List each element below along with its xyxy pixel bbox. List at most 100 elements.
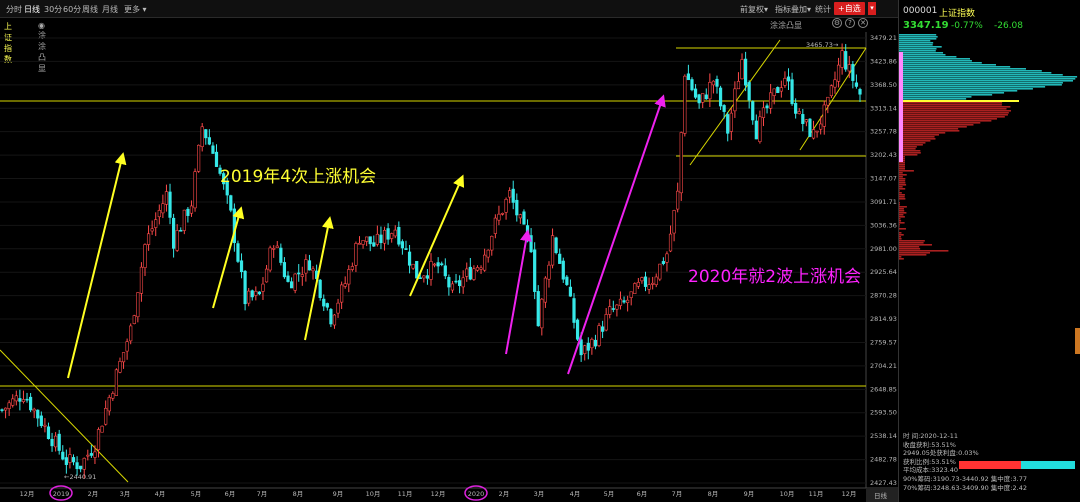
candle-body: [436, 262, 440, 267]
candle-body: [558, 253, 562, 264]
candle-body: [93, 451, 97, 458]
stock-name: 上证指数: [939, 9, 976, 19]
candle-body: [318, 279, 322, 298]
y-tick-label: 2704.21: [870, 362, 897, 370]
candle-body: [565, 276, 569, 285]
y-tick-label: 2870.28: [870, 292, 897, 300]
chip-bar: [899, 106, 1011, 108]
y-tick-label: 2482.78: [870, 456, 897, 464]
chip-bar: [899, 80, 1074, 82]
tab-60min[interactable]: 60分: [63, 4, 81, 15]
candle-body: [286, 275, 290, 282]
scroll-handle[interactable]: [1075, 328, 1080, 354]
close-icon[interactable]: ✕: [858, 18, 868, 28]
chip-bar: [899, 236, 902, 238]
candle-body: [393, 229, 397, 237]
tab-weekly[interactable]: 周线: [82, 4, 98, 15]
chip-bar: [899, 246, 920, 248]
candle-body: [740, 59, 744, 80]
chip-bar: [899, 194, 905, 196]
candle-body: [0, 409, 4, 411]
candle-body: [515, 199, 519, 216]
candle-body: [382, 230, 387, 244]
candle-body: [776, 87, 780, 94]
chip-bar: [899, 222, 905, 224]
candle-body: [404, 248, 408, 250]
candle-body: [268, 247, 272, 271]
candle-body: [336, 302, 340, 314]
candle-body: [211, 145, 215, 154]
candle-body: [189, 205, 194, 214]
candle-body: [50, 438, 54, 447]
candle-body: [801, 114, 805, 124]
chip-bar: [899, 136, 935, 138]
chip-bar: [899, 76, 1078, 78]
chip-bar: [899, 60, 972, 62]
chip-bar: [899, 122, 981, 124]
candle-body: [786, 76, 791, 82]
candle-body: [479, 267, 483, 270]
x-tick-label: 7月: [257, 490, 268, 498]
chip-bar: [899, 242, 924, 244]
tab-30min[interactable]: 30分: [44, 4, 62, 15]
chip-bar: [899, 180, 906, 182]
candle-body: [329, 309, 333, 325]
y-tick-label: 3147.07: [870, 175, 897, 183]
candle-body: [96, 429, 101, 450]
overlay-dropdown[interactable]: 指标叠加▾: [775, 4, 811, 15]
candle-body: [250, 290, 254, 298]
candle-body: [504, 198, 508, 213]
candle-body: [579, 339, 583, 356]
candle-body: [490, 235, 494, 251]
candle-body: [111, 393, 115, 399]
x-tick-label: 2月: [88, 490, 99, 498]
help-icon[interactable]: ?: [845, 18, 855, 28]
tab-more[interactable]: 更多 ▾: [124, 4, 147, 15]
candle-body: [533, 249, 537, 292]
candle-body: [368, 236, 372, 245]
downtrend-line[interactable]: [0, 349, 129, 483]
statistics-button[interactable]: 统计: [815, 4, 831, 15]
candle-body: [486, 249, 490, 258]
chip-bar: [899, 54, 946, 56]
tab-timeshare[interactable]: 分时: [6, 4, 22, 15]
chip-bar: [899, 174, 907, 176]
candle-body: [536, 291, 540, 327]
tab-monthly[interactable]: 月线: [102, 4, 118, 15]
candle-body: [804, 119, 808, 123]
rally-arrow-2: [212, 206, 245, 309]
x-tick-label: 8月: [708, 490, 719, 498]
candle-body: [121, 352, 126, 363]
candle-body: [819, 123, 823, 130]
candle-body: [172, 217, 176, 249]
candle-body: [407, 251, 412, 266]
candle-body: [743, 58, 748, 86]
settings-icon[interactable]: ⚙: [832, 18, 842, 28]
chip-bar: [899, 82, 1063, 84]
candle-body: [11, 398, 15, 406]
candle-body: [132, 315, 136, 324]
candle-body: [454, 280, 458, 283]
loss-bar: [1021, 461, 1075, 469]
chip-bar: [899, 56, 957, 58]
add-watch-button[interactable]: +自选: [834, 2, 865, 15]
candle-body: [214, 151, 219, 167]
dropdown-arrow-button[interactable]: ▾: [868, 2, 876, 15]
y-axis-ticks: 3479.21 3423.86 3368.50 3313.14 3257.78 3202.…: [0, 34, 897, 487]
chip-bar: [899, 34, 937, 36]
chip-bar: [899, 134, 939, 136]
candle-body: [525, 225, 530, 235]
candle-body: [304, 259, 308, 274]
candle-body: [736, 81, 741, 90]
candle-body: [32, 408, 36, 412]
candle-body: [751, 101, 755, 121]
x-tick-label: 5月: [604, 490, 615, 498]
tab-daily[interactable]: 日线: [24, 4, 40, 15]
chip-bar: [899, 66, 1011, 68]
candle-body: [357, 242, 362, 245]
candle-body: [25, 398, 29, 401]
candle-body: [264, 268, 269, 283]
restore-dropdown[interactable]: 前复权▾: [740, 4, 768, 15]
chip-bar: [899, 238, 902, 240]
candle-body: [811, 129, 816, 139]
